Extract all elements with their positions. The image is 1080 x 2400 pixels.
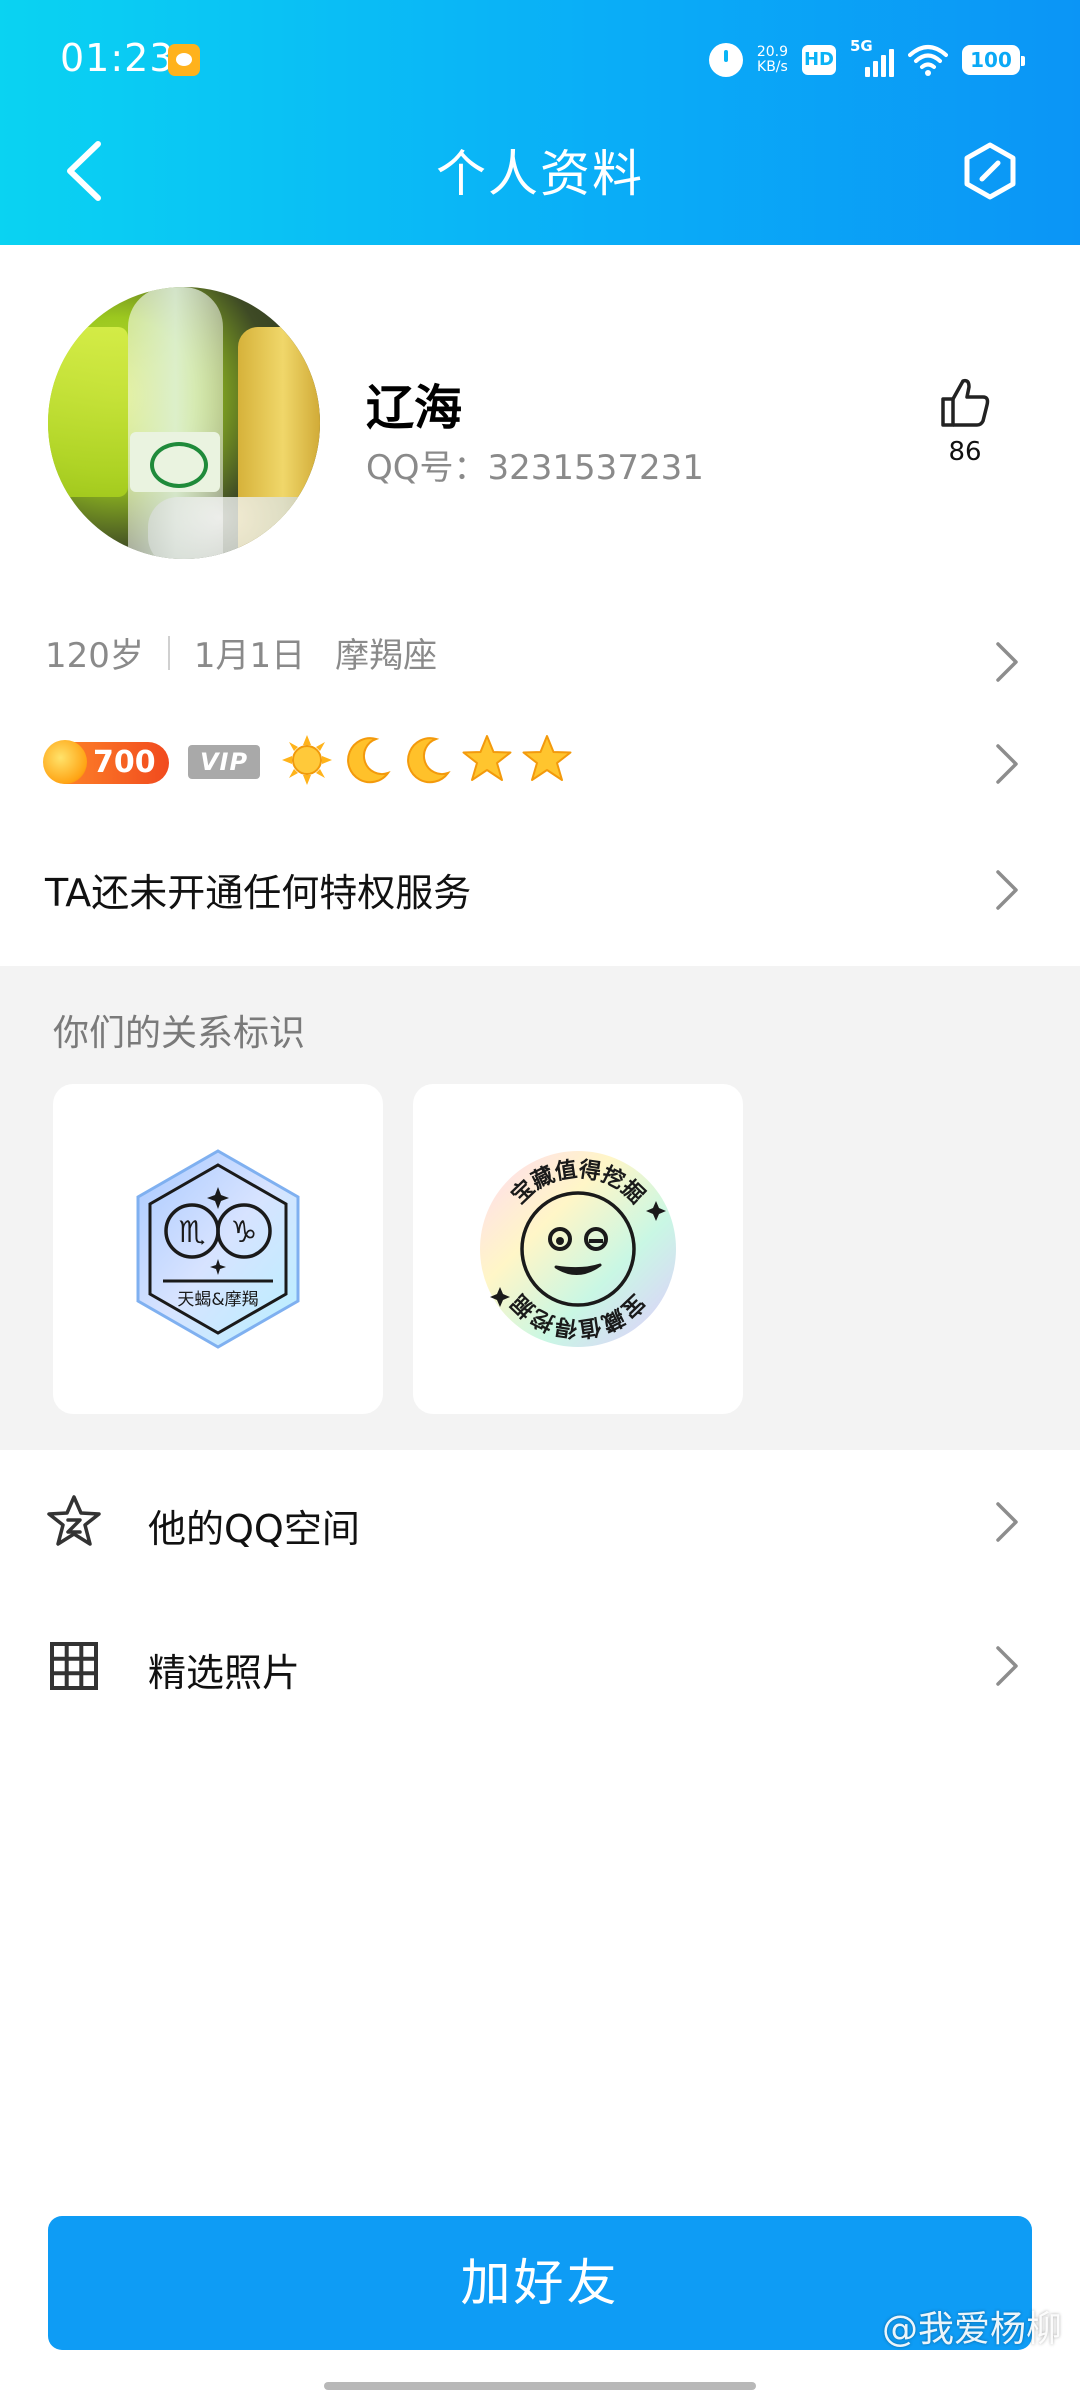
chevron-right-icon [996, 744, 1018, 784]
level-value: 700 [93, 745, 156, 780]
privilege-text: TA还未开通任何特权服务 [45, 871, 472, 915]
battery-icon: 100 [962, 45, 1025, 75]
moon-icon [407, 737, 451, 784]
svg-text:♑: ♑ [231, 1215, 258, 1250]
network-speed-unit: KB/s [757, 59, 788, 75]
network-speed-value: 20.9 [756, 44, 788, 60]
relation-section: 你们的关系标识 ♏ ♑ 天蝎&摩羯 宝藏值得挖掘 宝藏值得挖掘 [0, 966, 1080, 1450]
menu-item-qzone[interactable]: 他的QQ空间 [0, 1462, 1080, 1582]
age-text: 120岁 [45, 636, 144, 676]
hd-icon: HD [802, 45, 836, 75]
user-name: 辽海 [366, 380, 463, 436]
wifi-icon [908, 45, 948, 76]
status-time: 01:23 [60, 36, 175, 80]
zodiac-text: 摩羯座 [335, 636, 438, 676]
chevron-right-icon [996, 642, 1018, 682]
zodiac-match-badge-icon: ♏ ♑ 天蝎&摩羯 [136, 1149, 300, 1349]
chevron-right-icon [996, 870, 1018, 910]
status-indicators: 20.9 KB/s HD 5G 100 [708, 37, 1025, 82]
relation-card-treasure[interactable]: 宝藏值得挖掘 宝藏值得挖掘 [413, 1084, 743, 1414]
like-count: 86 [948, 437, 982, 467]
more-options-button[interactable] [960, 141, 1020, 201]
page-title: 个人资料 [436, 145, 644, 203]
svg-text:♏: ♏ [179, 1215, 206, 1250]
status-bar: 01:23 20.9 KB/s HD 5G 100 [0, 30, 1080, 90]
photo-grid-icon [50, 1642, 98, 1690]
qq-level-icons [280, 733, 574, 787]
qzone-star-icon [47, 1495, 101, 1546]
watermark: @我爱杨柳 [881, 2309, 1062, 2350]
menu-item-label: 他的QQ空间 [148, 1507, 360, 1551]
relation-title: 你们的关系标识 [53, 1013, 306, 1054]
level-badge: 700 [43, 740, 169, 784]
menu-item-photos[interactable]: 精选照片 [0, 1606, 1080, 1726]
divider [167, 635, 170, 670]
qq-number: QQ号：3231537231 [366, 448, 704, 488]
vip-badge: VIP [188, 745, 260, 779]
home-indicator[interactable] [324, 2382, 756, 2390]
menu-item-label: 精选照片 [148, 1651, 301, 1695]
cellular-signal-icon: 5G [850, 37, 894, 77]
header-bar: 01:23 20.9 KB/s HD 5G 100 个人资料 [0, 0, 1080, 245]
like-button[interactable]: 86 [930, 375, 1000, 475]
avatar[interactable] [48, 287, 320, 559]
thumbs-up-icon [941, 378, 990, 427]
chevron-right-icon [996, 1502, 1018, 1542]
basic-info: 120岁 1月1日 摩羯座 [45, 628, 437, 677]
app-notification-icon [168, 44, 200, 76]
star-icon [522, 735, 572, 781]
sun-icon [282, 735, 332, 785]
star-icon [462, 735, 512, 781]
birthday-text: 1月1日 [193, 636, 306, 676]
chevron-right-icon [996, 1646, 1018, 1686]
moon-icon [347, 737, 391, 784]
network-speed: 20.9 KB/s [757, 45, 788, 75]
zodiac-match-label: 天蝎&摩羯 [177, 1290, 258, 1310]
relation-card-zodiac[interactable]: ♏ ♑ 天蝎&摩羯 [53, 1084, 383, 1414]
alarm-icon [708, 43, 743, 77]
treasure-dig-badge-icon: 宝藏值得挖掘 宝藏值得挖掘 [480, 1151, 676, 1347]
